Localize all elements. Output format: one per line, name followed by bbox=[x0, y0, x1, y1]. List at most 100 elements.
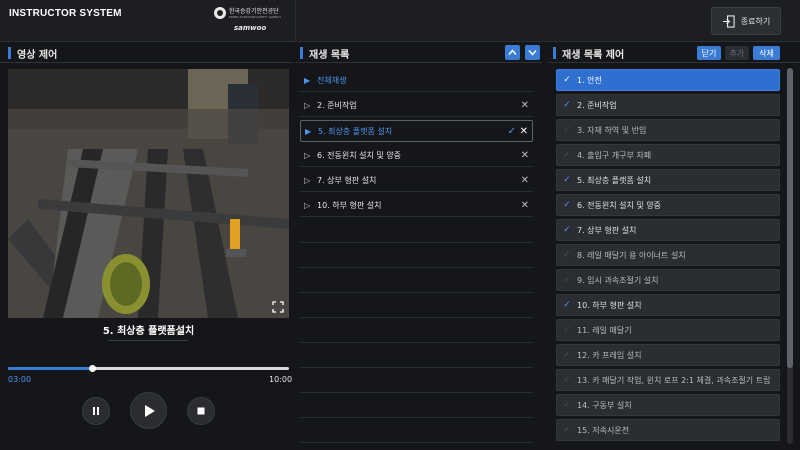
add-button[interactable]: 추가 bbox=[725, 46, 749, 60]
checkmark-icon[interactable]: ✓ bbox=[557, 150, 577, 160]
exit-button[interactable]: 종료하기 bbox=[711, 7, 781, 35]
fullscreen-icon[interactable] bbox=[272, 301, 284, 313]
chapter-item[interactable]: ✓ 8. 레일 매달기 용 아이너트 설치 bbox=[556, 244, 780, 266]
chevron-up-icon bbox=[508, 49, 517, 55]
playlist-panel-divider bbox=[295, 62, 542, 63]
delete-button[interactable]: 삭제 bbox=[753, 46, 780, 60]
close-list-button[interactable]: 닫기 bbox=[697, 46, 721, 60]
empty-row-line bbox=[300, 267, 533, 268]
video-panel-header: 영상 제어 bbox=[8, 44, 57, 62]
empty-row-line bbox=[300, 292, 533, 293]
chapter-item-label: 13. 카 매달기 작업, 윈치 로프 2:1 체결, 과속조절기 트립 bbox=[577, 375, 771, 385]
play-all-item[interactable]: ▶ 전체재생 bbox=[300, 70, 533, 92]
stop-button[interactable] bbox=[187, 397, 215, 425]
chapter-item-label: 7. 상부 형판 설치 bbox=[577, 225, 637, 235]
playlist-item-label: 5. 최상층 플랫폼 설치 bbox=[318, 126, 393, 136]
checkmark-icon[interactable]: ✓ bbox=[557, 75, 577, 85]
playlist-control-title: 재생 목록 제어 bbox=[562, 49, 625, 61]
kesa-logo: 한국승강기안전공단 KOREA ELEVATOR SAFETY AGENCY bbox=[214, 7, 281, 19]
checkmark-icon[interactable]: ✓ bbox=[557, 125, 577, 135]
checkmark-icon[interactable]: ✓ bbox=[557, 250, 577, 260]
chapter-item[interactable]: ✓ 4. 출입구 개구부 차폐 bbox=[556, 144, 780, 166]
playlist-item[interactable]: ▷ 2. 준비작업 ✕ bbox=[300, 95, 533, 117]
empty-row-line bbox=[300, 442, 533, 443]
samwoo-logo: samwoo bbox=[234, 24, 267, 32]
chapter-item-label: 4. 출입구 개구부 차폐 bbox=[577, 150, 652, 160]
chapter-item-label: 6. 전동윈치 설치 및 양중 bbox=[577, 200, 662, 210]
chapter-item[interactable]: ✓ 11. 레일 매달기 bbox=[556, 319, 780, 341]
remove-icon[interactable]: ✕ bbox=[521, 150, 529, 161]
chapter-item-label: 2. 준비작업 bbox=[577, 100, 617, 110]
app-title: INSTRUCTOR SYSTEM bbox=[9, 8, 122, 19]
playlist-item-label: 6. 전동윈치 설치 및 양중 bbox=[317, 151, 402, 160]
chapter-item[interactable]: ✓ 9. 임시 과속조절기 설치 bbox=[556, 269, 780, 291]
top-bar: INSTRUCTOR SYSTEM 한국승강기안전공단 KOREA ELEVAT… bbox=[0, 0, 800, 42]
checkmark-icon[interactable]: ✓ bbox=[557, 200, 577, 210]
chapter-item[interactable]: ✓ 15. 저속시운전 bbox=[556, 419, 780, 441]
remove-icon[interactable]: ✕ bbox=[521, 175, 529, 186]
move-down-button[interactable] bbox=[525, 45, 540, 60]
checkmark-icon[interactable]: ✓ bbox=[557, 300, 577, 310]
chapter-item[interactable]: ✓ 1. 안전 bbox=[556, 69, 780, 91]
chapter-item-label: 12. 카 프레임 설치 bbox=[577, 350, 642, 360]
stop-icon bbox=[197, 407, 205, 415]
play-icon bbox=[144, 404, 155, 417]
chapter-item[interactable]: ✓ 12. 카 프레임 설치 bbox=[556, 344, 780, 366]
header-divider bbox=[295, 0, 296, 42]
chapter-item-label: 11. 레일 매달기 bbox=[577, 325, 632, 335]
chapter-item[interactable]: ✓ 10. 하부 형판 설치 bbox=[556, 294, 780, 316]
empty-row-line bbox=[300, 367, 533, 368]
move-up-button[interactable] bbox=[505, 45, 520, 60]
pause-button[interactable] bbox=[82, 397, 110, 425]
checkmark-icon[interactable]: ✓ bbox=[557, 350, 577, 360]
video-panel-title: 영상 제어 bbox=[17, 49, 58, 61]
playlist-panel-title: 재생 목록 bbox=[309, 49, 350, 61]
video-panel-divider bbox=[0, 62, 293, 63]
checkmark-icon[interactable]: ✓ bbox=[557, 225, 577, 235]
checkmark-icon[interactable]: ✓ bbox=[557, 400, 577, 410]
current-time: 03:00 bbox=[8, 375, 32, 384]
play-icon: ▶ bbox=[305, 126, 312, 136]
playlist-item[interactable]: ▷ 7. 상부 형판 설치 ✕ bbox=[300, 170, 533, 192]
chapter-item[interactable]: ✓ 6. 전동윈치 설치 및 양중 bbox=[556, 194, 780, 216]
checkmark-icon[interactable]: ✓ bbox=[557, 175, 577, 185]
play-all-icon: ▶ bbox=[304, 76, 311, 85]
chapter-item-label: 14. 구동부 설치 bbox=[577, 400, 632, 410]
empty-row-line bbox=[300, 392, 533, 393]
checkmark-icon[interactable]: ✓ bbox=[557, 425, 577, 435]
chapter-item[interactable]: ✓ 2. 준비작업 bbox=[556, 94, 780, 116]
check-icon: ✓ bbox=[507, 125, 516, 137]
seek-bar-thumb[interactable] bbox=[89, 365, 97, 372]
chapter-item[interactable]: ✓ 3. 자재 하역 및 반입 bbox=[556, 119, 780, 141]
chapter-item[interactable]: ✓ 5. 최상층 플랫폼 설치 bbox=[556, 169, 780, 191]
checkmark-icon[interactable]: ✓ bbox=[557, 100, 577, 110]
chapter-list-scrollbar[interactable] bbox=[787, 68, 793, 444]
chapter-item[interactable]: ✓ 7. 상부 형판 설치 bbox=[556, 219, 780, 241]
remove-icon[interactable]: ✕ bbox=[520, 126, 528, 137]
checkmark-icon[interactable]: ✓ bbox=[557, 325, 577, 335]
chapter-item-label: 15. 저속시운전 bbox=[577, 425, 630, 435]
playlist-control-divider bbox=[549, 62, 800, 63]
play-icon: ▷ bbox=[304, 176, 311, 185]
total-time: 10:00 bbox=[269, 375, 293, 384]
playlist-item[interactable]: ▷ 10. 하부 형판 설치 ✕ bbox=[300, 195, 533, 217]
exit-button-label: 종료하기 bbox=[740, 16, 771, 26]
checkmark-icon[interactable]: ✓ bbox=[557, 275, 577, 285]
kesa-logo-subtext: KOREA ELEVATOR SAFETY AGENCY bbox=[229, 14, 282, 19]
scrollbar-thumb[interactable] bbox=[787, 68, 793, 368]
checkmark-icon[interactable]: ✓ bbox=[557, 375, 577, 385]
remove-icon[interactable]: ✕ bbox=[521, 200, 529, 211]
header-accent-bar bbox=[8, 47, 11, 59]
chapter-item[interactable]: ✓ 13. 카 매달기 작업, 윈치 로프 2:1 체결, 과속조절기 트립 bbox=[556, 369, 780, 391]
play-button[interactable] bbox=[130, 392, 167, 429]
seek-bar[interactable] bbox=[8, 365, 289, 372]
exit-icon bbox=[722, 14, 735, 28]
video-player[interactable] bbox=[8, 69, 289, 318]
header-accent-bar bbox=[553, 47, 556, 59]
playlist-item[interactable]: ▷ 6. 전동윈치 설치 및 양중 ✕ bbox=[300, 145, 533, 167]
playlist-item-active[interactable]: ▶ 5. 최상층 플랫폼 설치 ✓ ✕ bbox=[300, 120, 533, 142]
chapter-item[interactable]: ✓ 14. 구동부 설치 bbox=[556, 394, 780, 416]
remove-icon[interactable]: ✕ bbox=[521, 100, 529, 111]
kesa-logo-text: 한국승강기안전공단 bbox=[229, 7, 279, 15]
chapter-item-label: 1. 안전 bbox=[577, 75, 602, 85]
